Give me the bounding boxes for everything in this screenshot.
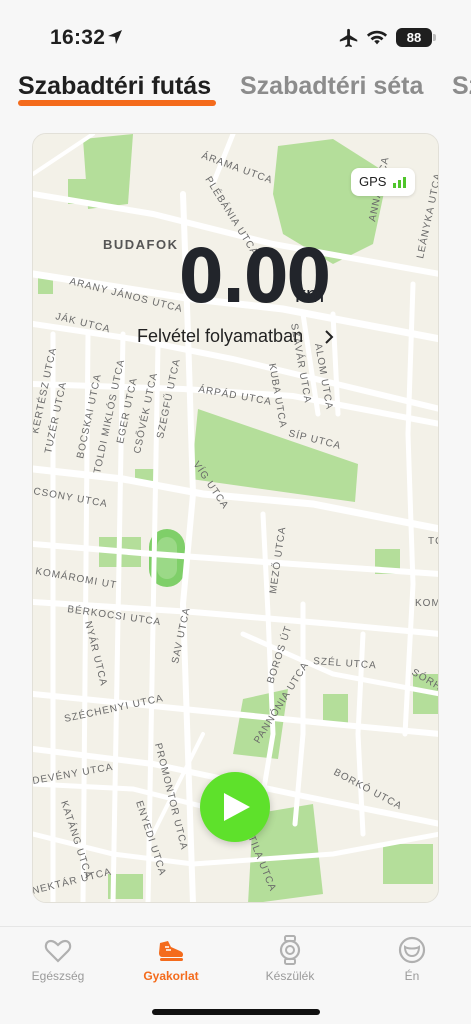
park-area <box>83 134 133 209</box>
recording-status-link[interactable]: Felvétel folyamatban <box>137 326 303 347</box>
map-view[interactable]: ÁRAMA UTCA PLÉBÁNIA UTCA ANNA UTCA LEÁNY… <box>32 133 439 903</box>
home-indicator <box>152 1009 320 1015</box>
nav-me-label: Én <box>404 969 420 983</box>
nav-device[interactable]: Készülék <box>240 927 340 997</box>
park-area <box>323 694 348 724</box>
activity-tabs: Szabadtéri futás Szabadtéri séta Sz <box>0 70 471 114</box>
nav-health[interactable]: Egészség <box>8 927 108 997</box>
location-arrow-icon <box>108 30 122 44</box>
nav-device-label: Készülék <box>265 969 315 983</box>
running-shoe-icon <box>159 941 184 961</box>
gps-indicator: GPS <box>351 168 415 196</box>
nav-me[interactable]: Én <box>362 927 462 997</box>
distance-unit: km <box>295 282 325 307</box>
tab-outdoor-walk[interactable]: Szabadtéri séta <box>240 72 423 101</box>
gps-signal-icon <box>393 177 406 188</box>
play-icon <box>224 793 250 821</box>
park-area <box>383 844 433 884</box>
wifi-icon <box>366 30 388 45</box>
active-tab-indicator <box>18 100 216 106</box>
nav-workout-label: Gyakorlat <box>143 969 199 983</box>
status-time: 16:32 <box>50 26 106 49</box>
tab-next[interactable]: Sz <box>452 72 471 101</box>
chevron-right-icon[interactable] <box>323 329 335 345</box>
heart-icon <box>44 939 72 963</box>
tab-outdoor-run[interactable]: Szabadtéri futás <box>18 72 211 101</box>
street-label: TÓ <box>428 534 439 547</box>
status-bar: 16:32 88 <box>0 0 471 70</box>
battery-icon: 88 <box>396 28 432 47</box>
street-label: KOM <box>415 598 439 609</box>
district-label: BUDAFOK <box>103 237 179 252</box>
nav-workout[interactable]: Gyakorlat <box>121 927 221 997</box>
profile-icon <box>398 936 426 964</box>
nav-health-label: Egészség <box>31 969 85 983</box>
gps-label: GPS <box>359 174 387 189</box>
start-workout-button[interactable] <box>200 772 270 842</box>
airplane-icon <box>339 28 358 48</box>
watch-icon <box>279 935 301 965</box>
battery-tip <box>433 34 436 41</box>
